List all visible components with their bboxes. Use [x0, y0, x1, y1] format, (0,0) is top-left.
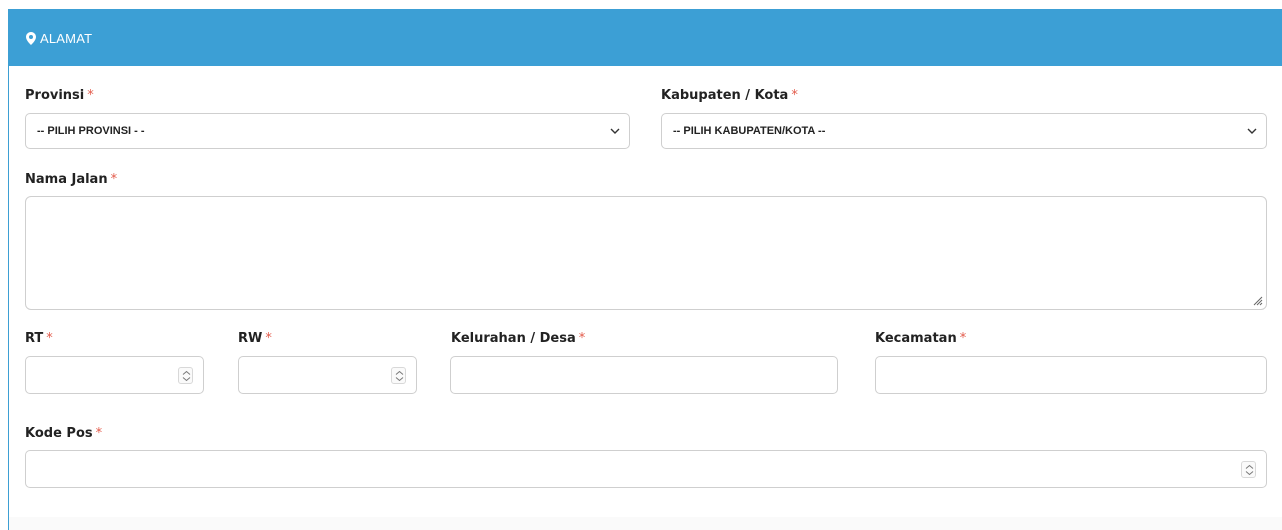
rt-label: RT *	[25, 331, 53, 346]
kode-pos-label: Kode Pos *	[25, 426, 102, 441]
required-mark: *	[95, 426, 103, 441]
map-marker-icon	[26, 32, 36, 45]
kabupaten-selected-value: -- PILIH KABUPATEN/KOTA --	[673, 125, 826, 137]
rw-label-text: RW	[238, 331, 263, 346]
required-mark: *	[110, 172, 118, 187]
provinsi-selected-value: -- PILIH PROVINSI - -	[37, 125, 145, 137]
kabupaten-select[interactable]: -- PILIH KABUPATEN/KOTA --	[661, 113, 1267, 149]
nama-jalan-textarea[interactable]	[25, 196, 1267, 310]
chevron-down-icon	[610, 128, 620, 134]
required-mark: *	[265, 331, 272, 346]
section-title-text: ALAMAT	[40, 31, 93, 46]
panel-header: ALAMAT	[9, 9, 1282, 66]
kabupaten-label-text: Kabupaten / Kota	[661, 88, 789, 103]
panel-footer	[9, 517, 1282, 530]
kecamatan-label-text: Kecamatan	[875, 331, 957, 346]
kelurahan-label-text: Kelurahan / Desa	[451, 331, 576, 346]
address-panel: ALAMAT Provinsi * -- PILIH PROVINSI - - K…	[8, 9, 1282, 530]
resize-grip-icon[interactable]	[1253, 296, 1263, 306]
provinsi-select[interactable]: -- PILIH PROVINSI - -	[25, 113, 630, 149]
required-mark: *	[87, 88, 94, 103]
stepper-arrows-icon	[182, 370, 191, 382]
provinsi-label-text: Provinsi	[25, 88, 85, 103]
rw-stepper[interactable]	[391, 367, 406, 384]
kode-pos-label-text: Kode Pos	[25, 426, 93, 441]
kelurahan-label: Kelurahan / Desa *	[451, 331, 585, 346]
kode-pos-number-input[interactable]	[25, 450, 1267, 488]
required-mark: *	[46, 331, 53, 346]
rt-stepper[interactable]	[178, 367, 193, 384]
nama-jalan-label-text: Nama Jalan	[25, 172, 108, 187]
stepper-arrows-icon	[1245, 464, 1254, 476]
chevron-down-icon	[1247, 128, 1257, 134]
kelurahan-input[interactable]	[450, 356, 838, 394]
required-mark: *	[959, 331, 967, 346]
rt-label-text: RT	[25, 331, 44, 346]
kabupaten-label: Kabupaten / Kota *	[661, 88, 798, 103]
required-mark: *	[578, 331, 586, 346]
section-title: ALAMAT	[26, 31, 92, 46]
required-mark: *	[791, 88, 798, 103]
kode-pos-stepper[interactable]	[1241, 461, 1256, 478]
stepper-arrows-icon	[395, 370, 404, 382]
rw-number-input[interactable]	[238, 356, 417, 394]
kecamatan-label: Kecamatan *	[875, 331, 966, 346]
rw-label: RW *	[238, 331, 272, 346]
rt-number-input[interactable]	[25, 356, 204, 394]
provinsi-label: Provinsi *	[25, 88, 94, 103]
nama-jalan-label: Nama Jalan *	[25, 172, 117, 187]
kecamatan-input[interactable]	[875, 356, 1267, 394]
